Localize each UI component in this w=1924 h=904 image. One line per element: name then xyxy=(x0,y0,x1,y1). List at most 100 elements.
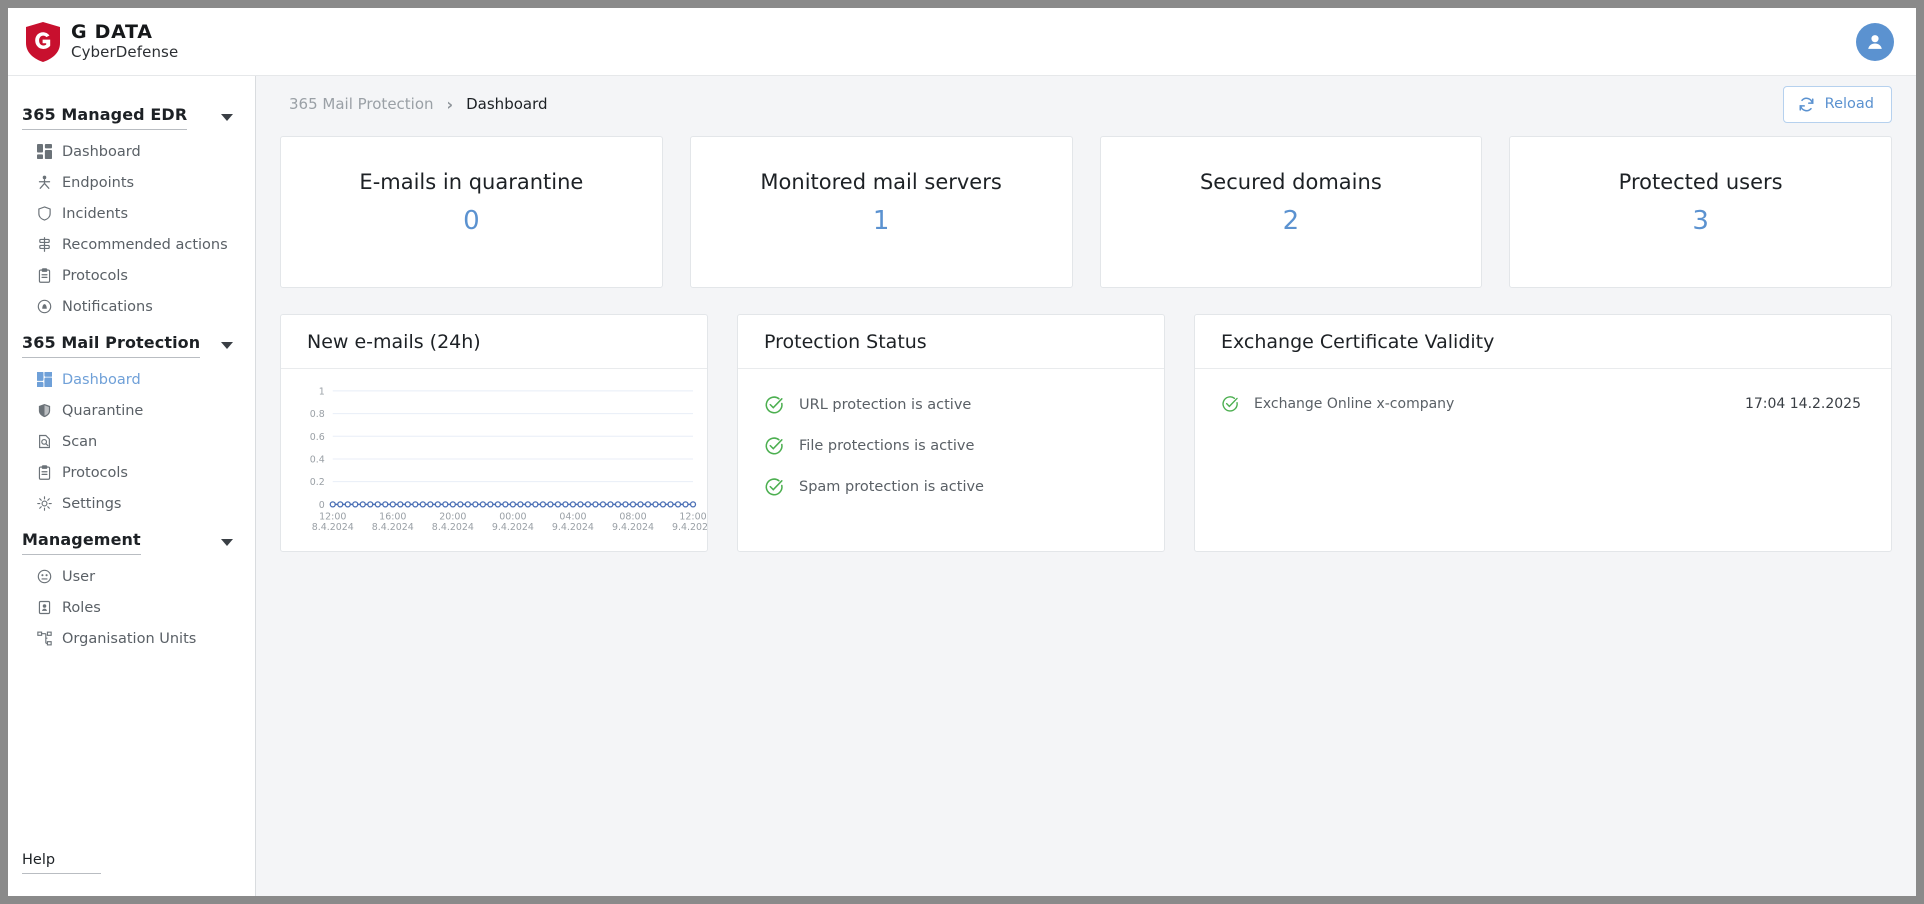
sidebar-item-incidents[interactable]: Incidents xyxy=(8,198,255,229)
dashboard-icon xyxy=(36,371,53,388)
scan-icon xyxy=(36,433,53,450)
svg-text:8.4.2024: 8.4.2024 xyxy=(312,522,354,533)
brand-name: G DATA xyxy=(71,21,153,44)
person-glyph xyxy=(1868,34,1882,49)
panel-exchange-certificate-validity: Exchange Certificate Validity Exchange O… xyxy=(1194,314,1892,552)
svg-text:8.4.2024: 8.4.2024 xyxy=(372,522,414,533)
chevron-down-icon[interactable] xyxy=(221,539,233,546)
svg-text:0.6: 0.6 xyxy=(310,432,325,443)
kpi-label: Secured domains xyxy=(1199,170,1382,194)
check-circle-icon xyxy=(765,478,783,496)
refresh-icon xyxy=(1799,97,1814,111)
notifications-icon xyxy=(36,298,53,315)
svg-text:9.4.2024: 9.4.2024 xyxy=(672,522,707,533)
sidebar-item-label: Recommended actions xyxy=(62,236,228,253)
sidebar-nav: 365 Managed EDR Dashboard Endpoints Inci… xyxy=(8,94,255,849)
sidebar-item-protocols-edr[interactable]: Protocols xyxy=(8,260,255,291)
recommended-actions-icon xyxy=(36,236,53,253)
panel-title: Exchange Certificate Validity xyxy=(1195,315,1891,369)
sidebar-item-protocols-mail[interactable]: Protocols xyxy=(8,457,255,488)
breadcrumb-bar: 365 Mail Protection › Dashboard Reload xyxy=(280,76,1892,132)
svg-text:12:00: 12:00 xyxy=(679,511,706,522)
sidebar-item-label: Protocols xyxy=(62,464,128,481)
check-circle-icon xyxy=(1222,396,1238,412)
sidebar-item-dashboard-edr[interactable]: Dashboard xyxy=(8,136,255,167)
svg-text:08:00: 08:00 xyxy=(619,511,646,522)
svg-text:0.8: 0.8 xyxy=(310,409,325,420)
check-circle-icon xyxy=(765,437,783,455)
breadcrumb-parent[interactable]: 365 Mail Protection xyxy=(289,95,434,113)
certificate-row: Exchange Online x-company 17:04 14.2.202… xyxy=(1195,369,1891,413)
svg-text:0.2: 0.2 xyxy=(310,477,325,488)
svg-text:20:00: 20:00 xyxy=(439,511,466,522)
status-item-label: File protections is active xyxy=(799,438,975,454)
sidebar-item-notifications[interactable]: Notifications xyxy=(8,291,255,322)
kpi-value: 3 xyxy=(1692,206,1709,236)
reload-button[interactable]: Reload xyxy=(1782,85,1892,123)
sidebar-item-dashboard-mail[interactable]: Dashboard xyxy=(8,364,255,395)
sidebar-item-endpoints[interactable]: Endpoints xyxy=(8,167,255,198)
shield-icon xyxy=(36,205,53,222)
brand-logo[interactable]: G DATA CyberDefense xyxy=(26,21,179,62)
breadcrumb: 365 Mail Protection › Dashboard xyxy=(280,95,548,114)
protection-status-list: URL protection is active File protection… xyxy=(738,369,1164,497)
user-avatar-icon[interactable] xyxy=(1856,22,1894,61)
svg-text:04:00: 04:00 xyxy=(559,511,586,522)
sidebar-item-roles[interactable]: Roles xyxy=(8,592,255,623)
sidebar-item-user[interactable]: User xyxy=(8,561,255,592)
sidebar-item-label: User xyxy=(62,568,96,585)
sidebar-item-label: Dashboard xyxy=(62,371,141,388)
gdata-shield-icon xyxy=(26,21,60,62)
sidebar-item-label: Dashboard xyxy=(62,143,141,160)
sidebar-group-title: 365 Mail Protection xyxy=(22,333,201,358)
breadcrumb-current: Dashboard xyxy=(466,95,548,113)
sidebar-item-label: Roles xyxy=(62,599,101,616)
kpi-value: 0 xyxy=(463,206,480,236)
svg-text:16:00: 16:00 xyxy=(379,511,406,522)
sidebar-item-label: Settings xyxy=(62,495,122,512)
svg-text:0: 0 xyxy=(319,500,325,511)
shield-filled-icon xyxy=(36,402,53,419)
sidebar-item-recommended-actions[interactable]: Recommended actions xyxy=(8,229,255,260)
sidebar-item-label: Organisation Units xyxy=(62,630,197,647)
sidebar-group-title: 365 Managed EDR xyxy=(22,105,188,130)
chevron-down-icon[interactable] xyxy=(221,342,233,349)
status-item-file-protection: File protections is active xyxy=(764,436,1164,456)
sidebar: 365 Managed EDR Dashboard Endpoints Inci… xyxy=(8,76,256,896)
sidebar-item-settings[interactable]: Settings xyxy=(8,488,255,519)
panel-title: Protection Status xyxy=(738,315,1164,369)
gear-icon xyxy=(36,495,53,512)
chevron-right-icon: › xyxy=(446,94,454,114)
certificate-name: Exchange Online x-company xyxy=(1254,396,1455,412)
certificate-body: Exchange Online x-company 17:04 14.2.202… xyxy=(1195,369,1891,551)
sidebar-item-scan[interactable]: Scan xyxy=(8,426,255,457)
kpi-card-protected-users: Protected users 3 xyxy=(1509,136,1892,288)
svg-text:8.4.2024: 8.4.2024 xyxy=(432,522,474,533)
sidebar-item-label: Protocols xyxy=(62,267,128,284)
certificate-date: 17:04 14.2.2025 xyxy=(1744,396,1861,412)
kpi-card-secured-domains: Secured domains 2 xyxy=(1099,136,1483,288)
sidebar-group-mail-protection[interactable]: 365 Mail Protection xyxy=(8,322,255,364)
top-bar: G DATA CyberDefense xyxy=(8,8,1916,76)
svg-text:12:00: 12:00 xyxy=(319,511,346,522)
kpi-label: Monitored mail servers xyxy=(760,170,1002,194)
panel-row: New e-mails (24h) 0 0.2 0.4 0.6 0.8 1 12:00 8.4… xyxy=(280,314,1892,552)
sidebar-group-managed-edr[interactable]: 365 Managed EDR xyxy=(8,94,255,136)
protection-status-body: URL protection is active File protection… xyxy=(738,369,1164,551)
sidebar-group-management[interactable]: Management xyxy=(8,519,255,561)
help-link[interactable]: Help xyxy=(22,852,102,874)
kpi-card-emails-in-quarantine: E-mails in quarantine 0 xyxy=(280,136,663,288)
sidebar-item-quarantine[interactable]: Quarantine xyxy=(8,395,255,426)
chevron-down-icon[interactable] xyxy=(221,114,233,121)
status-item-spam-protection: Spam protection is active xyxy=(764,477,1164,497)
body-region: 365 Managed EDR Dashboard Endpoints Inci… xyxy=(8,76,1916,896)
svg-text:0.4: 0.4 xyxy=(310,455,325,466)
kpi-value: 2 xyxy=(1282,206,1300,236)
svg-text:00:00: 00:00 xyxy=(499,511,526,522)
chart-container: 0 0.2 0.4 0.6 0.8 1 12:00 8.4.2024 16:00 8.4.2024… xyxy=(281,369,707,551)
kpi-card-monitored-mail-servers: Monitored mail servers 1 xyxy=(689,136,1073,288)
kpi-card-row: E-mails in quarantine 0 Monitored mail s… xyxy=(280,136,1892,288)
sidebar-item-organisation-units[interactable]: Organisation Units xyxy=(8,623,255,654)
clipboard-icon xyxy=(36,464,53,481)
brand-tagline: CyberDefense xyxy=(71,42,179,61)
